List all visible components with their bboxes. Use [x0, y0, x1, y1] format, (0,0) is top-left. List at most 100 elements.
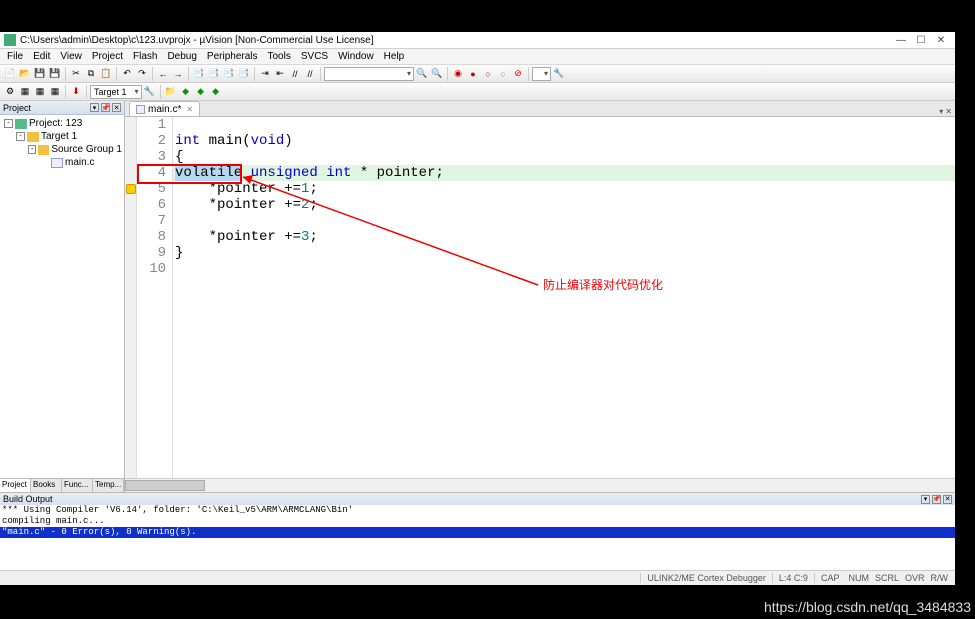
- code-editor[interactable]: 12345678910 int main(void) { volatile un…: [125, 117, 955, 478]
- new-file-icon[interactable]: 📄: [3, 67, 17, 81]
- scrollbar-thumb[interactable]: [125, 480, 205, 491]
- menu-flash[interactable]: Flash: [128, 51, 162, 62]
- menu-help[interactable]: Help: [379, 51, 410, 62]
- code-line[interactable]: int main(void): [173, 133, 955, 149]
- find-icon[interactable]: 🔍: [415, 67, 429, 81]
- configure-icon[interactable]: 🔧: [552, 67, 566, 81]
- tab-templates[interactable]: Temp...: [93, 479, 124, 492]
- code-line[interactable]: [173, 261, 955, 277]
- expand-toggle-icon[interactable]: -: [28, 145, 36, 154]
- file-icon: [136, 105, 145, 114]
- menu-view[interactable]: View: [55, 51, 87, 62]
- menu-edit[interactable]: Edit: [28, 51, 55, 62]
- build-line: compiling main.c...: [0, 516, 955, 527]
- menu-window[interactable]: Window: [333, 51, 379, 62]
- cut-icon[interactable]: ✂: [69, 67, 83, 81]
- indent-icon[interactable]: ⇥: [258, 67, 272, 81]
- target-options-icon[interactable]: 🔧: [143, 85, 157, 99]
- bookmark-prev-icon[interactable]: 📑: [207, 67, 221, 81]
- tab-functions[interactable]: Func...: [62, 479, 93, 492]
- build-output-text[interactable]: *** Using Compiler 'V6.14', folder: 'C:\…: [0, 505, 955, 570]
- pane-pin-icon[interactable]: 📌: [932, 495, 941, 504]
- horizontal-scrollbar[interactable]: [125, 478, 955, 492]
- find-combo[interactable]: [324, 67, 414, 81]
- expand-toggle-icon[interactable]: -: [16, 132, 25, 141]
- bookmark-next-icon[interactable]: 📑: [222, 67, 236, 81]
- paste-icon[interactable]: 📋: [99, 67, 113, 81]
- code-line[interactable]: }: [173, 245, 955, 261]
- copy-icon[interactable]: ⧉: [84, 67, 98, 81]
- undo-icon[interactable]: ↶: [120, 67, 134, 81]
- nav-back-icon[interactable]: ←: [156, 67, 170, 81]
- debug-icon[interactable]: ◉: [451, 67, 465, 81]
- code-line[interactable]: {: [173, 149, 955, 165]
- code-line[interactable]: *pointer +=2;: [173, 197, 955, 213]
- pane-menu-icon[interactable]: ▾: [90, 103, 99, 112]
- tree-source-group[interactable]: - Source Group 1: [2, 143, 122, 156]
- manage-rtenv-icon[interactable]: ◆: [179, 85, 193, 99]
- tree-file-main-c[interactable]: main.c: [2, 156, 122, 169]
- code-line[interactable]: *pointer +=1;: [173, 181, 955, 197]
- comment-icon[interactable]: //: [288, 67, 302, 81]
- code-line[interactable]: [173, 117, 955, 133]
- menu-file[interactable]: File: [2, 51, 28, 62]
- tree-project-root[interactable]: - Project: 123: [2, 117, 122, 130]
- pane-close-icon[interactable]: ✕: [943, 495, 952, 504]
- tab-project[interactable]: Project: [0, 479, 31, 492]
- breakpoint-enable-icon[interactable]: ○: [481, 67, 495, 81]
- batch-build-icon[interactable]: ▦: [48, 85, 62, 99]
- build-icon[interactable]: ▦: [18, 85, 32, 99]
- find-files-icon[interactable]: 🔍: [430, 67, 444, 81]
- minimize-button[interactable]: —: [891, 33, 911, 47]
- tab-close-icon[interactable]: ✕: [186, 105, 193, 114]
- manage-project-icon[interactable]: 📁: [164, 85, 178, 99]
- tree-target[interactable]: - Target 1: [2, 130, 122, 143]
- outdent-icon[interactable]: ⇤: [273, 67, 287, 81]
- status-cap: CAP: [814, 573, 846, 583]
- pane-menu-icon[interactable]: ▾: [921, 495, 930, 504]
- translate-icon[interactable]: ⚙: [3, 85, 17, 99]
- project-tree[interactable]: - Project: 123 - Target 1 - Source Group…: [0, 115, 124, 478]
- tab-menu-icon[interactable]: ▾: [939, 107, 943, 116]
- editor-tab-main-c[interactable]: main.c* ✕: [129, 101, 200, 116]
- tab-close-all-icon[interactable]: ✕: [945, 107, 952, 116]
- menu-svcs[interactable]: SVCS: [296, 51, 333, 62]
- code-line[interactable]: *pointer +=3;: [173, 229, 955, 245]
- editor-tab-label: main.c*: [148, 104, 181, 115]
- app-icon: [4, 34, 16, 46]
- save-all-icon[interactable]: 💾: [48, 67, 62, 81]
- menu-peripherals[interactable]: Peripherals: [202, 51, 263, 62]
- download-icon[interactable]: ⬇: [69, 85, 83, 99]
- menu-tools[interactable]: Tools: [263, 51, 296, 62]
- close-button[interactable]: ✕: [931, 33, 951, 47]
- select-packs-icon[interactable]: ◆: [194, 85, 208, 99]
- tree-project-label: Project: 123: [29, 118, 82, 129]
- open-file-icon[interactable]: 📂: [18, 67, 32, 81]
- bookmark-gutter[interactable]: [125, 117, 137, 478]
- expand-toggle-icon[interactable]: -: [4, 119, 13, 128]
- tab-books[interactable]: Books: [31, 479, 62, 492]
- code-line[interactable]: volatile unsigned int * pointer;: [173, 165, 955, 181]
- maximize-button[interactable]: ☐: [911, 33, 931, 47]
- redo-icon[interactable]: ↷: [135, 67, 149, 81]
- menu-project[interactable]: Project: [87, 51, 128, 62]
- build-output-pane: Build Output ▾ 📌 ✕ *** Using Compiler 'V…: [0, 492, 955, 570]
- window-layout-combo[interactable]: [532, 67, 551, 81]
- rebuild-icon[interactable]: ▦: [33, 85, 47, 99]
- bookmark-icon[interactable]: 📑: [192, 67, 206, 81]
- pack-installer-icon[interactable]: ◆: [209, 85, 223, 99]
- nav-fwd-icon[interactable]: →: [171, 67, 185, 81]
- uncomment-icon[interactable]: //: [303, 67, 317, 81]
- code-content[interactable]: int main(void) { volatile unsigned int *…: [173, 117, 955, 478]
- bookmark-clear-icon[interactable]: 📑: [237, 67, 251, 81]
- breakpoint-insert-icon[interactable]: ●: [466, 67, 480, 81]
- menu-debug[interactable]: Debug: [162, 51, 201, 62]
- breakpoint-kill-icon[interactable]: ⊘: [511, 67, 525, 81]
- target-select-combo[interactable]: Target 1: [90, 85, 142, 99]
- breakpoint-disable-icon[interactable]: ○: [496, 67, 510, 81]
- save-icon[interactable]: 💾: [33, 67, 47, 81]
- pane-close-icon[interactable]: ✕: [112, 103, 121, 112]
- code-line[interactable]: [173, 213, 955, 229]
- bookmark-marker-icon[interactable]: [125, 181, 136, 197]
- pane-pin-icon[interactable]: 📌: [101, 103, 110, 112]
